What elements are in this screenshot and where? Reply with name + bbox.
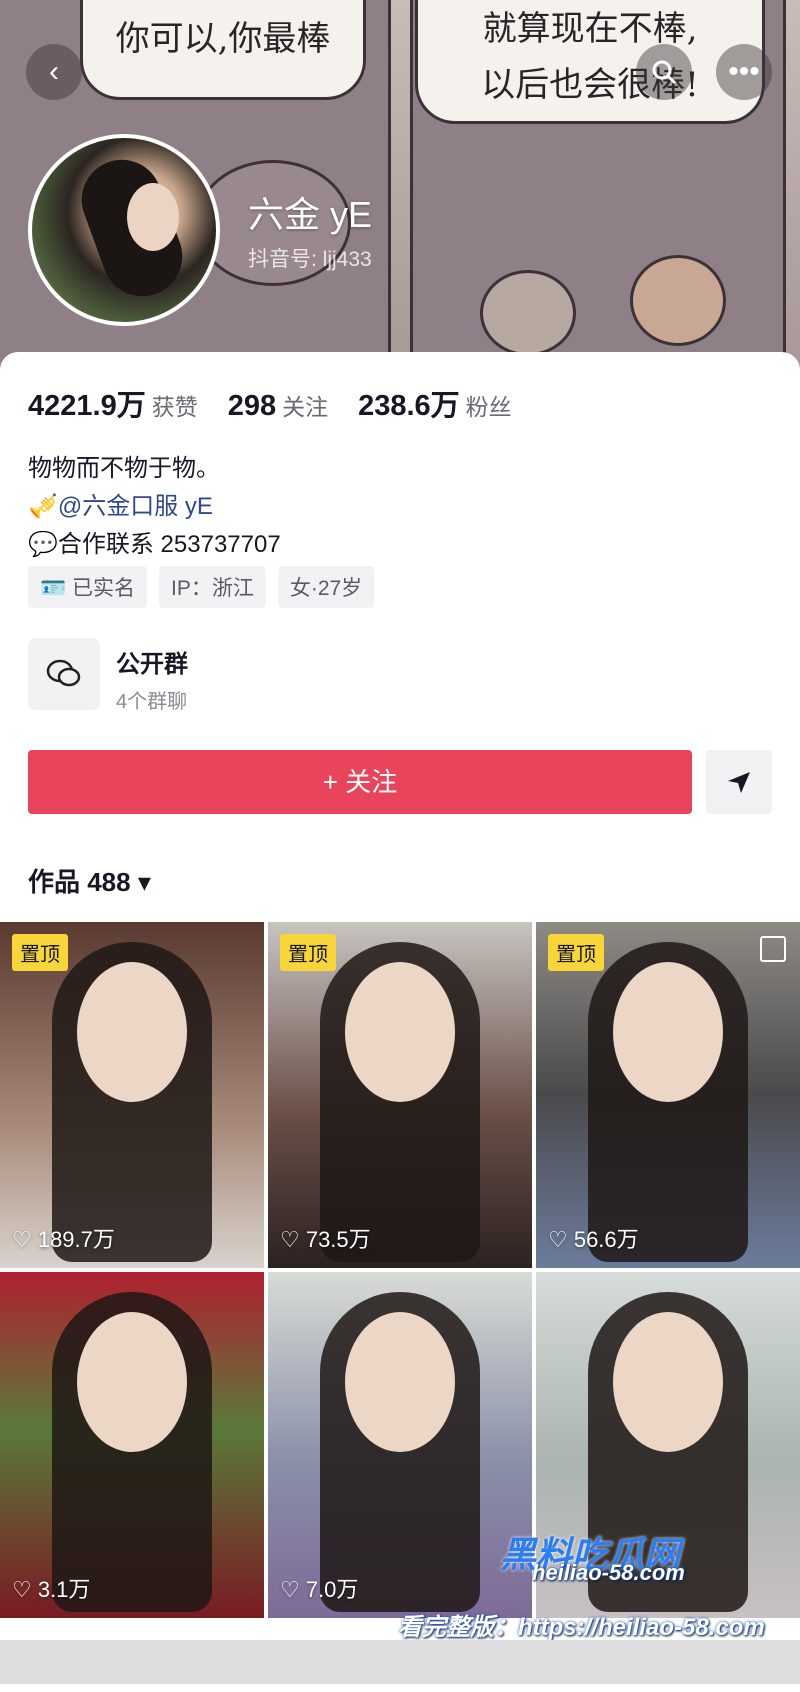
stats-row: 4221.9万 获赞 298 关注 238.6万 粉丝 — [28, 382, 512, 424]
bio-mention-link[interactable]: 🎺@六金口服 yE — [28, 486, 213, 521]
stat-likes[interactable]: 4221.9万 获赞 — [28, 382, 198, 424]
profile-card: 4221.9万 获赞 298 关注 238.6万 粉丝 物物而不物于物。 🎺@六金口服… — [0, 352, 800, 1692]
more-dots-icon: ••• — [728, 55, 760, 88]
stat-following-value: 298 — [227, 390, 277, 422]
work-tile[interactable]: ♡ 7.0万 — [268, 1272, 532, 1618]
send-arrow-icon — [728, 772, 750, 793]
stat-followers-label: 粉丝 — [465, 394, 512, 420]
speech-bubble-right-line2: 以后也会很棒! — [481, 65, 699, 105]
work-tile[interactable]: 置顶 ♡ 56.6万 — [536, 922, 800, 1268]
work-tile[interactable]: ♡ 3.1万 — [0, 1272, 264, 1618]
speech-bubble-left: 你可以,你最棒 — [80, 0, 366, 100]
bio-contact: 💬合作联系 253737707 — [28, 531, 281, 558]
like-count: ♡ 3.1万 — [12, 1577, 91, 1602]
douyin-id[interactable]: 抖音号: ljj433 — [248, 243, 372, 273]
tag-gender-age: 女·27岁 — [277, 566, 375, 608]
like-count: ♡ 7.0万 — [280, 1577, 359, 1602]
work-tile[interactable]: 置顶 ♡ 73.5万 — [268, 922, 532, 1268]
work-tile[interactable]: 置顶 ♡ 189.7万 — [0, 922, 264, 1268]
tile-photo-face — [613, 962, 723, 1102]
follow-button[interactable]: + 关注 — [28, 750, 692, 814]
tile-photo-face — [345, 1312, 455, 1452]
tile-photo-face — [345, 962, 455, 1102]
chat-bubbles-icon — [46, 659, 81, 687]
like-count: ♡ 73.5万 — [280, 1227, 371, 1252]
group-title[interactable]: 公开群 — [116, 644, 188, 679]
watermark-caption: 看完整版：https://heiliao-58.com — [398, 1614, 765, 1641]
bio-line: 物物而不物于物。 — [28, 455, 220, 482]
stat-likes-label: 获赞 — [151, 394, 198, 420]
pinned-badge: 置顶 — [12, 934, 68, 971]
group-subtitle: 4个群聊 — [116, 691, 188, 713]
cartoon-pig-illustration — [480, 270, 576, 356]
tile-photo-face — [613, 1312, 723, 1452]
pinned-badge: 置顶 — [548, 934, 604, 971]
like-count: ♡ 56.6万 — [548, 1227, 639, 1252]
tile-photo-face — [77, 1312, 187, 1452]
cartoon-bear-illustration — [630, 255, 726, 346]
stat-following-label: 关注 — [282, 394, 329, 420]
stat-following[interactable]: 298 关注 — [228, 388, 328, 423]
back-button[interactable]: ‹ — [26, 44, 82, 100]
tag-verified: 🪪 已实名 — [28, 566, 147, 608]
nickname: 六金 yE — [248, 194, 373, 235]
profile-banner: 你可以,你最棒 就算现在不棒, 以后也会很棒! ‹ ••• 六金 yE 抖音号:… — [0, 0, 800, 370]
stat-followers[interactable]: 238.6万 粉丝 — [358, 382, 512, 424]
next-row-preview — [0, 1640, 800, 1684]
more-button[interactable]: ••• — [716, 44, 772, 100]
tile-photo-face — [77, 962, 187, 1102]
tag-ip-location: IP：浙江 — [158, 566, 266, 608]
pinned-badge: 置顶 — [280, 934, 336, 971]
group-chat-icon[interactable] — [28, 638, 100, 710]
avatar-photo-face — [127, 183, 179, 251]
like-count: ♡ 189.7万 — [12, 1227, 115, 1252]
search-icon — [652, 60, 677, 85]
profile-tags: 🪪 已实名 IP：浙江 女·27岁 — [28, 566, 375, 608]
chevron-left-icon: ‹ — [49, 55, 59, 88]
search-button[interactable] — [636, 44, 692, 100]
stat-followers-value: 238.6万 — [358, 390, 460, 422]
speech-bubble-right: 就算现在不棒, 以后也会很棒! — [415, 0, 765, 124]
avatar[interactable] — [28, 134, 220, 326]
multi-image-icon — [760, 936, 786, 962]
share-button[interactable] — [706, 750, 772, 814]
speech-bubble-right-line1: 就算现在不棒, — [482, 9, 698, 49]
watermark-url: heiliao-58.com — [532, 1560, 685, 1585]
works-tab[interactable]: 作品 488 ▾ — [28, 862, 151, 899]
stat-likes-value: 4221.9万 — [28, 390, 146, 422]
